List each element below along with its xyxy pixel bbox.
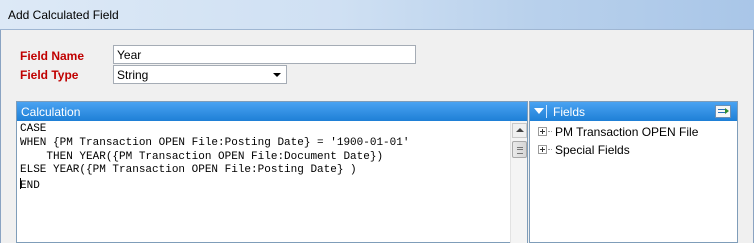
tree-connector: [548, 131, 552, 132]
calc-line-5: END: [20, 180, 40, 193]
calc-line-1: CASE: [20, 123, 47, 135]
insert-field-icon[interactable]: [715, 105, 731, 118]
calculation-panel: Calculation CASE WHEN {PM Transaction OP…: [16, 101, 528, 243]
calculation-editor[interactable]: CASE WHEN {PM Transaction OPEN File:Post…: [20, 123, 510, 242]
title-bar: Add Calculated Field: [0, 0, 754, 30]
field-name-input[interactable]: [113, 45, 416, 64]
plus-box-icon[interactable]: [538, 145, 547, 154]
calculation-scrollbar[interactable]: [510, 121, 527, 243]
tree-connector: [548, 149, 552, 150]
plus-box-icon[interactable]: [538, 127, 547, 136]
field-type-value: String: [117, 68, 149, 82]
tree-item-label: PM Transaction OPEN File: [555, 125, 699, 139]
calculation-header: Calculation: [17, 102, 527, 121]
calc-line-4: ELSE YEAR({PM Transaction OPEN File:Post…: [20, 164, 357, 177]
fields-title: Fields: [553, 105, 586, 119]
calc-line-3: THEN YEAR({PM Transaction OPEN File:Docu…: [20, 150, 384, 163]
dropdown-arrow-icon[interactable]: [273, 73, 281, 77]
scroll-thumb[interactable]: [512, 141, 527, 158]
field-type-select[interactable]: String: [113, 65, 287, 84]
field-type-label: Field Type: [20, 68, 79, 82]
field-name-label: Field Name: [20, 49, 85, 63]
fields-header: Fields: [530, 102, 737, 121]
window-title: Add Calculated Field: [8, 8, 119, 22]
tree-item-label: Special Fields: [555, 143, 630, 157]
fields-panel: Fields: [529, 101, 738, 243]
calc-line-2: WHEN {PM Transaction OPEN File:Posting D…: [20, 136, 410, 149]
scroll-up-button[interactable]: [512, 123, 527, 138]
chevron-down-icon[interactable]: [534, 108, 544, 114]
header-divider: [546, 105, 547, 118]
